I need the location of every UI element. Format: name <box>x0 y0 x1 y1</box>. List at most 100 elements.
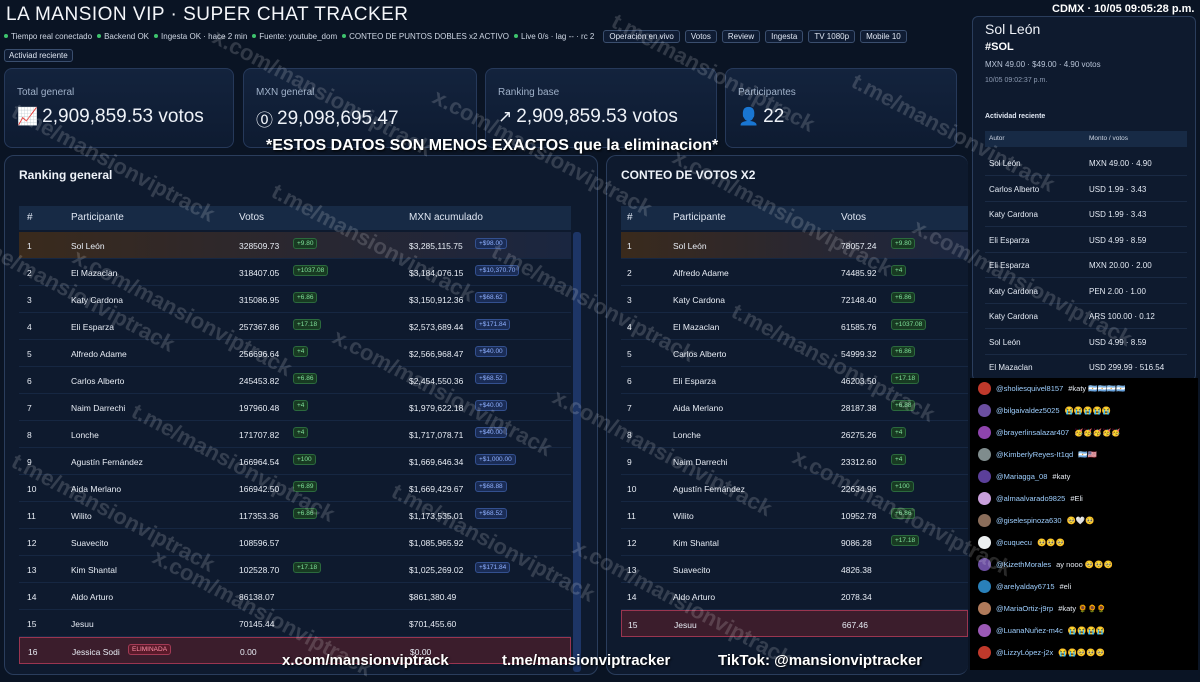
table-row[interactable]: 1 Sol León 78057.24 +9.80 <box>621 232 968 259</box>
cell: Jessica Sodi <box>72 647 120 657</box>
table-row[interactable]: 5 Alfredo Adame 256696.64 +4 $2,566,968.47 +$… <box>19 340 571 367</box>
table-row[interactable]: 13 Kim Shantal 102528.70 +17.18 $1,025,269.0… <box>19 556 571 583</box>
table-row[interactable]: 3 Katy Cardona 315086.95 +6.86 $3,150,912.36… <box>19 286 571 313</box>
cell: 1 <box>627 241 632 251</box>
cell: USD 4.99 · 8.59 <box>1089 235 1147 245</box>
chat-user: @almaalvarado9825 <box>996 494 1066 503</box>
table-row[interactable]: 4 Eli Esparza 257367.86 +17.18 $2,573,689.44… <box>19 313 571 340</box>
ranking-scrollbar[interactable] <box>573 232 581 672</box>
table-row[interactable]: 6 Eli Esparza 46203.50 +17.18 <box>621 367 968 394</box>
chat-user: @arelyalday6715 <box>996 582 1055 591</box>
vote-delta-badge: +4 <box>293 400 309 411</box>
table-row[interactable]: 8 Lonche 26275.26 +4 <box>621 421 968 448</box>
cell: Katy Cardona <box>989 286 1038 296</box>
chat-user: @LuanaNuñez-m4c <box>996 626 1063 635</box>
table-row[interactable]: 11 Wilito 10952.78 +6.86 <box>621 502 968 529</box>
ranking-panel: Ranking general # Participante Votos MXN… <box>4 155 598 675</box>
table-row[interactable]: 9 Agustín Fernández 166964.54 +100 $1,669,64… <box>19 448 571 475</box>
status-dot-icon <box>252 34 257 38</box>
nav-tv[interactable]: TV 1080p <box>808 29 856 43</box>
table-row[interactable]: 14 Aldo Arturo 2078.34 <box>621 583 968 610</box>
table-row[interactable]: 6 Carlos Alberto 245453.82 +6.86 $2,454,550.… <box>19 367 571 394</box>
cell: 16 <box>28 647 38 657</box>
status-dot-icon <box>342 34 347 38</box>
chat-message: @sholiesquivel8157 #katy 🇦🇷🇦🇷🇦🇷🇦🇷 <box>978 382 1126 395</box>
cell: $2,566,968.47 <box>409 349 464 359</box>
table-row[interactable]: 2 El Mazaclan 318407.05 +1037.08 $3,184,076.… <box>19 259 571 286</box>
cell: 4 <box>627 322 632 332</box>
activity-row[interactable]: Eli Esparza USD 4.99 · 8.59 <box>985 228 1187 253</box>
activity-row[interactable]: Katy Cardona PEN 2.00 · 1.00 <box>985 279 1187 304</box>
cell: 108596.57 <box>239 538 280 548</box>
cell: Aldo Arturo <box>673 592 716 602</box>
cell: Suavecito <box>673 565 711 575</box>
mxn-delta-badge: +$40.00 <box>475 346 507 357</box>
table-row[interactable]: 10 Aida Merlano 166942.50 +6.89 $1,669,429.6… <box>19 475 571 502</box>
activity-row[interactable]: Eli Esparza MXN 20.00 · 2.00 <box>985 253 1187 278</box>
mxn-delta-badge: +$40.00 <box>475 427 507 438</box>
activity-row[interactable]: Katy Cardona USD 1.99 · 3.43 <box>985 202 1187 227</box>
cell: 26275.26 <box>841 430 877 440</box>
cell: 5 <box>27 349 32 359</box>
activity-row[interactable]: Sol León MXN 49.00 · 4.90 <box>985 151 1187 176</box>
table-row[interactable]: 11 Wilito 117353.36 +6.86 $1,173,535.01 +$68.… <box>19 502 571 529</box>
cell: 11 <box>27 511 36 521</box>
table-row[interactable]: 1 Sol León 328509.73 +9.80 $3,285,115.75 +$98… <box>19 232 571 259</box>
vote-delta-badge: +6.89 <box>293 481 318 492</box>
table-row[interactable]: 7 Naim Darrechi 197960.48 +4 $1,979,622.18 +$… <box>19 394 571 421</box>
cell: 197960.48 <box>239 403 280 413</box>
nav-operacion[interactable]: Operacion en vivo <box>603 29 680 43</box>
dollar-icon: ⓪ <box>256 111 273 130</box>
detail-panel: Sol León #SOL MXN 49.00 · $49.00 · 4.90 … <box>972 16 1196 381</box>
avatar <box>978 558 991 571</box>
cell: Sol León <box>989 159 1021 168</box>
cell: USD 1.99 · 3.43 <box>1089 184 1147 194</box>
detail-name: Sol León <box>985 21 1041 37</box>
table-row[interactable]: 9 Naim Darrechi 23312.60 +4 <box>621 448 968 475</box>
nav-review[interactable]: Review <box>721 29 761 43</box>
chat-text: ay nooo 🥺🥺🥺 <box>1056 560 1113 569</box>
mxn-delta-badge: +$40.00 <box>475 400 507 411</box>
cell: 78057.24 <box>841 241 877 251</box>
activity-button[interactable]: Activiad reciente <box>4 49 73 62</box>
table-row[interactable]: 3 Katy Cardona 72148.40 +6.86 <box>621 286 968 313</box>
nav-ingesta[interactable]: Ingesta <box>765 29 804 43</box>
cell: Carlos Alberto <box>71 376 125 386</box>
table-row[interactable]: 15 Jesuu 70145.44 $701,455.60 <box>19 610 571 637</box>
table-row[interactable]: 12 Kim Shantal 9086.28 +17.18 <box>621 529 968 556</box>
vote-delta-badge: +100 <box>293 454 316 465</box>
table-row[interactable]: 12 Suavecito 108596.57 $1,085,965.92 <box>19 529 571 556</box>
cell: 171707.82 <box>239 430 280 440</box>
table-row[interactable]: 10 Agustín Fernández 22634.96 +100 <box>621 475 968 502</box>
nav-votos[interactable]: Votos <box>684 29 717 43</box>
cell: ARS 100.00 · 0.12 <box>1089 312 1155 321</box>
activity-row[interactable]: El Mazaclan USD 299.99 · 516.54 <box>985 355 1187 380</box>
table-row[interactable]: 2 Alfredo Adame 74485.92 +4 <box>621 259 968 286</box>
cell: 86138.07 <box>239 592 275 602</box>
cell: $1,085,965.92 <box>409 538 464 548</box>
mxn-delta-badge: +$171.84 <box>475 562 511 573</box>
mxn-delta-badge: +$68.62 <box>475 292 507 303</box>
activity-row[interactable]: Katy Cardona ARS 100.00 · 0.12 <box>985 304 1187 329</box>
chat-message: @KimberlyReyes-It1qd 🇦🇷🇺🇸 <box>978 448 1097 461</box>
table-row[interactable]: 8 Lonche 171707.82 +4 $1,717,078.71 +$40.00 <box>19 421 571 448</box>
table-row[interactable]: 14 Aldo Arturo 86138.07 $861,380.49 <box>19 583 571 610</box>
vote-delta-badge: +6.86 <box>293 373 318 384</box>
cell: USD 1.99 · 3.43 <box>1089 210 1147 219</box>
table-row[interactable]: 7 Aida Merlano 28187.38 +6.88 <box>621 394 968 421</box>
cell: Katy Cardona <box>989 312 1038 321</box>
table-row[interactable]: 5 Carlos Alberto 54999.32 +6.86 <box>621 340 968 367</box>
status-dot-icon <box>154 34 159 38</box>
activity-row[interactable]: Carlos Alberto USD 1.99 · 3.43 <box>985 177 1187 202</box>
activity-title: Actividad reciente <box>985 113 1046 120</box>
table-row[interactable]: 4 El Mazaclan 61585.76 +1037.08 <box>621 313 968 340</box>
table-row[interactable]: 13 Suavecito 4826.38 <box>621 556 968 583</box>
cell: 10 <box>627 484 637 494</box>
table-row[interactable]: 15 Jesuu 667.46 <box>621 610 968 637</box>
nav-mobile[interactable]: Mobile 10 <box>860 29 907 43</box>
activity-row[interactable]: Sol León USD 4.99 · 8.59 <box>985 330 1187 355</box>
card-label: Participantes <box>738 87 796 98</box>
cell: MXN 20.00 · 2.00 <box>1089 261 1152 270</box>
chat-message: @LizzyLópez-j2x 😭😭🥺🥺🥺 <box>978 646 1105 659</box>
avatar <box>978 646 991 659</box>
